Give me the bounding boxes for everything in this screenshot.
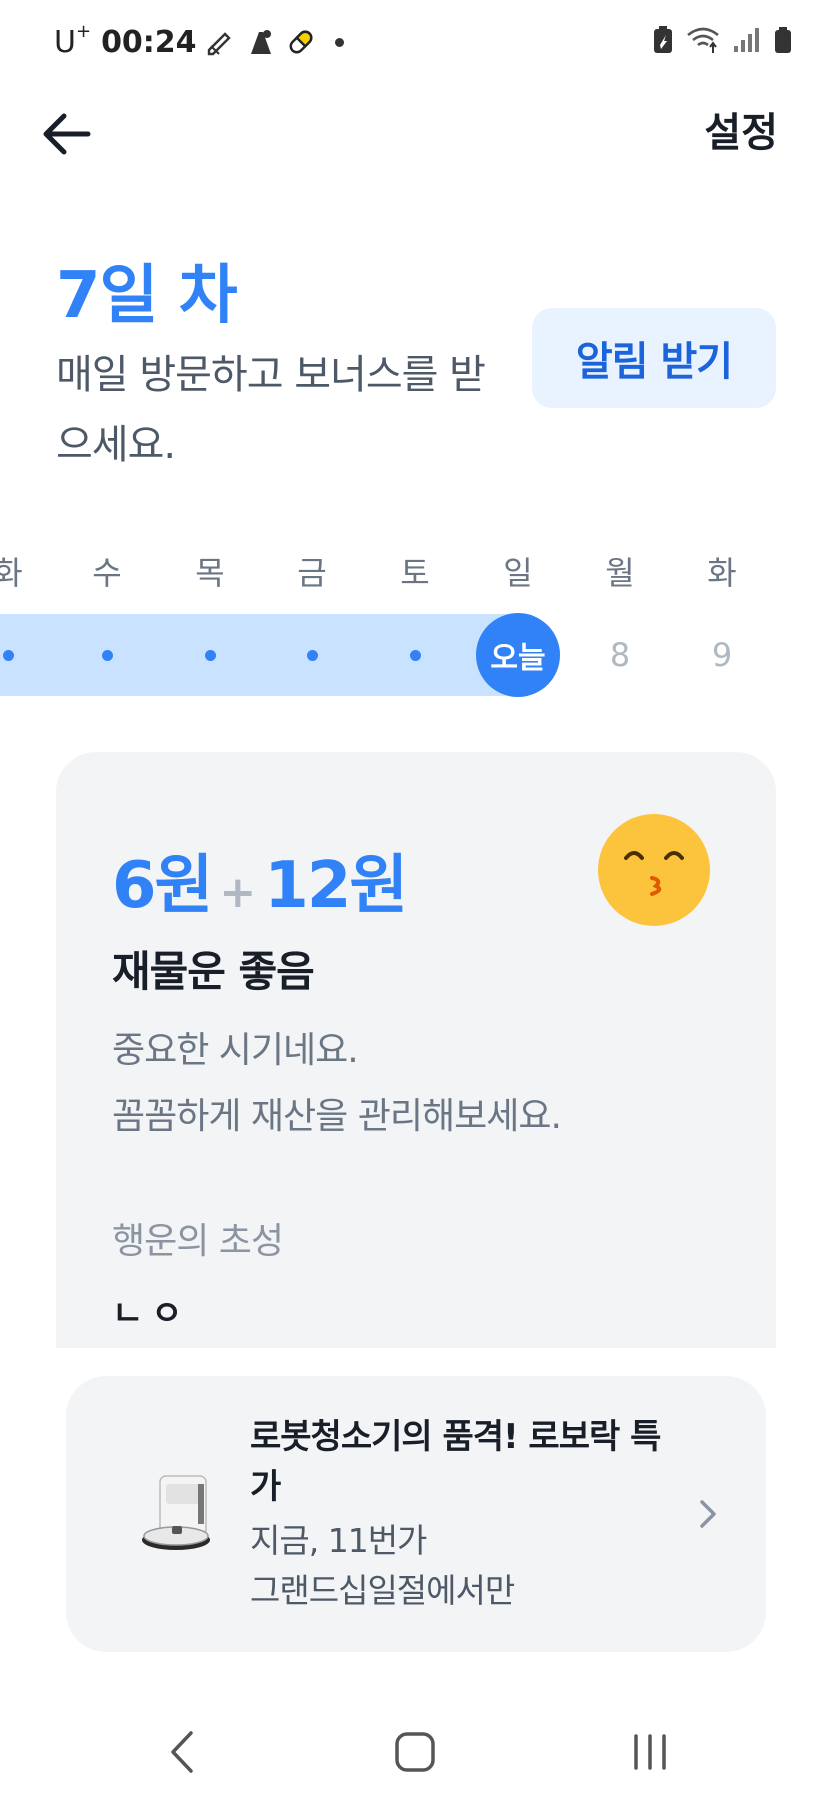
day-of-week-label: 화 — [0, 554, 23, 592]
fortune-title: 재물운 좋음 — [112, 947, 315, 996]
day-of-week-label: 수 — [92, 554, 122, 592]
nav-back-icon — [171, 1731, 193, 1773]
future-day-number: 9 — [711, 636, 733, 674]
app-icon — [245, 26, 277, 58]
chevron-right-icon — [688, 1494, 728, 1534]
visited-day-dot — [160, 614, 260, 696]
ad-title: 로봇청소기의 품격! 로보락 특가 — [250, 1417, 661, 1507]
day-of-week-label: 토 — [400, 554, 430, 592]
top-app-bar: 설정 — [0, 84, 830, 204]
fortune-desc-line: 중요한 시기네요. — [112, 1030, 359, 1071]
visited-dot-icon — [2, 649, 14, 661]
notification-dot-icon — [334, 37, 344, 47]
pill-icon — [285, 26, 317, 58]
today-badge: 오늘 — [476, 613, 560, 697]
ad-subtitle: 지금, 11번가 그랜드십일절에서만 — [250, 1516, 670, 1616]
wifi-icon — [686, 25, 720, 59]
future-day-marker: 9 — [672, 614, 772, 696]
nav-recents-icon — [634, 1734, 666, 1770]
day-of-week-label: 일 — [503, 554, 533, 592]
status-right — [652, 24, 792, 60]
visited-day-dot — [365, 614, 465, 696]
visited-dot-icon — [204, 649, 216, 661]
visited-dot-icon — [409, 649, 421, 661]
clock: 00:24 — [101, 24, 197, 60]
battery-saver-icon — [652, 25, 674, 59]
visited-day-dot — [0, 614, 58, 696]
attendance-week-strip: 화 수 목 금 토 일오늘 월 8 화 9 — [0, 548, 830, 698]
visited-day-dot — [57, 614, 157, 696]
lucky-initials-value: ㄴㅇ — [112, 1294, 191, 1334]
fortune-desc-line: 꼼꼼하게 재산을 관리해보세요. — [112, 1096, 562, 1137]
visited-day-dot — [262, 614, 362, 696]
carrier-label: U+ — [54, 20, 92, 60]
nav-recents-button[interactable] — [610, 1722, 690, 1782]
nav-back-button[interactable] — [142, 1722, 222, 1782]
ad-sub-line: 그랜드십일절에서만 — [250, 1571, 515, 1610]
reward-bonus-amount: 12원 — [264, 849, 408, 923]
robot-vacuum-image — [132, 1470, 224, 1560]
reward-base-amount: 6원 — [112, 849, 213, 923]
intro-subtitle: 매일 방문하고 보너스를 받으세요. — [56, 352, 486, 468]
visited-dot-icon — [101, 649, 113, 661]
ad-sub-line: 지금, 11번가 — [250, 1521, 427, 1560]
lucky-initials-label: 행운의 초성 — [112, 1221, 284, 1262]
system-nav-bar — [0, 1700, 830, 1798]
arrow-left-icon — [43, 113, 91, 155]
future-day-number: 8 — [609, 636, 631, 674]
future-day-marker: 8 — [570, 614, 670, 696]
signal-icon — [732, 26, 762, 58]
status-left: U+ 00:24 — [54, 20, 344, 62]
fortune-card: 6원 + 12원 재물운 좋음 중요한 시기네요. 꼼꼼하게 재산을 관리해보세… — [56, 752, 776, 1348]
attendance-day-title: 7일 차 — [56, 259, 238, 333]
ad-banner[interactable]: 로봇청소기의 품격! 로보락 특가 지금, 11번가 그랜드십일절에서만 — [66, 1376, 766, 1652]
status-bar: U+ 00:24 — [0, 0, 830, 84]
nav-home-icon — [395, 1732, 435, 1772]
settings-button[interactable]: 설정 — [704, 100, 778, 158]
day-of-week-label: 금 — [297, 554, 327, 592]
day-of-week-label: 화 — [707, 554, 737, 592]
get-notification-button[interactable]: 알림 받기 — [532, 308, 776, 408]
today-marker: 오늘 — [468, 613, 568, 697]
nav-home-button[interactable] — [375, 1722, 455, 1782]
edit-note-icon — [205, 26, 237, 58]
kissing-face-emoji — [598, 814, 710, 926]
visited-dot-icon — [306, 649, 318, 661]
day-of-week-label: 목 — [195, 554, 225, 592]
battery-icon — [774, 26, 792, 58]
plus-sign: + — [219, 867, 257, 918]
fortune-description: 중요한 시기네요. 꼼꼼하게 재산을 관리해보세요. — [112, 1018, 562, 1150]
back-button[interactable] — [36, 104, 96, 164]
reward-amount: 6원 + 12원 — [112, 834, 408, 926]
day-of-week-label: 월 — [605, 554, 635, 592]
